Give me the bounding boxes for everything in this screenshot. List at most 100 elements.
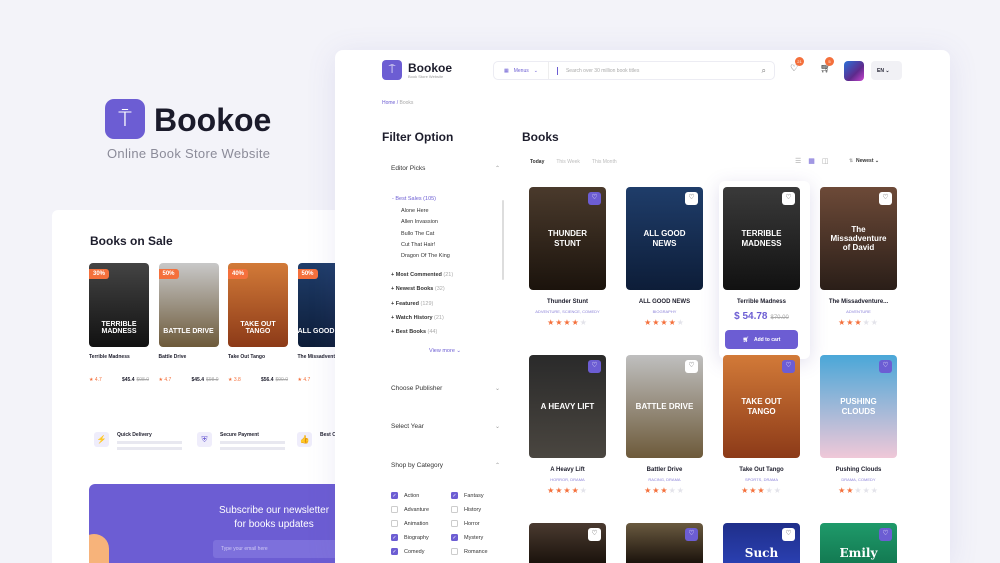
filter-group[interactable]: + Most Commented (21)	[391, 272, 453, 278]
favorite-heart-icon[interactable]: ♡	[879, 192, 892, 205]
header-brand[interactable]: Bookoe	[408, 61, 452, 75]
favorite-heart-icon[interactable]: ♡	[879, 528, 892, 541]
sale-book-card[interactable]: TERRIBLE MADNESS 30% Terrible Madness ★ 4.7…	[89, 263, 149, 383]
category-checkbox[interactable]: Horror	[451, 520, 480, 527]
checkbox[interactable]: ✓	[451, 492, 458, 499]
sort-select[interactable]: ⇅ Newest ⌄	[849, 158, 879, 164]
avatar[interactable]	[844, 61, 864, 81]
category-checkbox[interactable]: ✓ Biography	[391, 534, 429, 541]
favorite-heart-icon[interactable]: ♡	[782, 192, 795, 205]
checkbox[interactable]	[451, 520, 458, 527]
wishlist-button[interactable]: ♡ 21	[790, 57, 804, 74]
category-checkbox[interactable]: ✓ Comedy	[391, 548, 424, 555]
checkbox[interactable]	[391, 520, 398, 527]
newsletter-email-input[interactable]: Type your email here	[213, 540, 342, 558]
grid-view-icon[interactable]: ▦	[808, 157, 815, 165]
book-title[interactable]: A Heavy Lift	[529, 467, 606, 473]
book-genre: Biography	[652, 309, 677, 314]
search-icon[interactable]: ⌕	[762, 66, 774, 76]
star-rating: ★★★★★	[723, 486, 800, 495]
category-checkbox[interactable]: Animation	[391, 520, 428, 527]
chevron-up-icon[interactable]: ⌃	[495, 165, 500, 172]
book-title[interactable]: Terrible Madness	[723, 299, 800, 305]
column-view-icon[interactable]: ◫	[822, 157, 829, 165]
category-checkbox[interactable]: ✓ Fantasy	[451, 492, 484, 499]
favorite-heart-icon[interactable]: ♡	[685, 528, 698, 541]
book-title[interactable]: Battler Drive	[626, 467, 703, 473]
tab-this-week[interactable]: This Week	[556, 159, 580, 165]
discount-badge: 50%	[158, 269, 179, 279]
choose-publisher-toggle[interactable]: Choose Publisher	[391, 385, 442, 392]
star-icon: ★	[854, 318, 863, 327]
favorite-heart-icon[interactable]: ♡	[685, 192, 698, 205]
book-genre: Racing, Drama	[648, 477, 681, 482]
view-more-link[interactable]: View more ⌄	[429, 348, 461, 354]
chevron-down-icon[interactable]: ⌄	[495, 385, 500, 392]
book-card[interactable]: THUNDER STUNT ♡ Thunder Stunt Adventure, Sc…	[529, 187, 606, 327]
favorite-heart-icon[interactable]: ♡	[588, 192, 601, 205]
logo-icon[interactable]: ⍑	[382, 60, 402, 80]
select-year-toggle[interactable]: Select Year	[391, 423, 424, 430]
favorite-heart-icon[interactable]: ♡	[685, 360, 698, 373]
book-card[interactable]: Emily ♡	[820, 523, 897, 563]
book-card[interactable]: A HEAVY LIFT ♡ A Heavy Lift Horror, Drama ★★…	[529, 355, 606, 495]
best-sales-item[interactable]: Dragon Of The King	[401, 253, 450, 259]
checkbox[interactable]: ✓	[451, 534, 458, 541]
checkbox[interactable]: ✓	[391, 548, 398, 555]
star-icon: ★	[547, 318, 556, 327]
filter-group[interactable]: + Watch History (21)	[391, 315, 444, 321]
sale-book-card[interactable]: TAKE OUT TANGO 40% Take Out Tango ★ 3.8 $56.…	[228, 263, 288, 383]
filter-scrollbar[interactable]	[502, 200, 504, 280]
book-card[interactable]: ♡	[626, 523, 703, 563]
book-card[interactable]: TERRIBLE MADNESS ♡ Terrible Madness $ 54.78…	[723, 187, 800, 349]
book-title[interactable]: Take Out Tango	[723, 467, 800, 473]
book-title[interactable]: ALL GOOD NEWS	[626, 299, 703, 305]
filter-group[interactable]: + Best Books (44)	[391, 329, 437, 335]
best-sales-item[interactable]: Cut That Hair!	[401, 242, 435, 248]
add-to-cart-button[interactable]: 🛒︎ Add to cart	[725, 330, 798, 349]
favorite-heart-icon[interactable]: ♡	[782, 528, 795, 541]
editor-picks-toggle[interactable]: Editor Picks	[391, 165, 425, 172]
favorite-heart-icon[interactable]: ♡	[879, 360, 892, 373]
best-sales-item[interactable]: Bullo The Cat	[401, 231, 434, 237]
favorite-heart-icon[interactable]: ♡	[588, 360, 601, 373]
best-sales-item[interactable]: Alone Here	[401, 208, 429, 214]
category-checkbox[interactable]: History	[451, 506, 481, 513]
category-checkbox[interactable]: Advanture	[391, 506, 429, 513]
book-card[interactable]: PUSHING CLOUDS ♡ Pushing Clouds Drama, Come…	[820, 355, 897, 495]
checkbox[interactable]: ✓	[391, 534, 398, 541]
category-toggle[interactable]: Shop by Category	[391, 462, 443, 469]
book-card[interactable]: The Missadventure of David ♡ The Missadven…	[820, 187, 897, 327]
favorite-heart-icon[interactable]: ♡	[782, 360, 795, 373]
tab-this-month[interactable]: This Month	[592, 159, 617, 165]
list-view-icon[interactable]: ☰	[795, 157, 801, 165]
book-card[interactable]: Such ♡	[723, 523, 800, 563]
checkbox[interactable]	[451, 548, 458, 555]
language-select[interactable]: EN ⌄	[871, 61, 902, 80]
menus-dropdown[interactable]: ▦ Menus ⌄	[494, 62, 549, 79]
checkbox[interactable]: ✓	[391, 492, 398, 499]
tab-today[interactable]: Today	[530, 159, 544, 165]
book-card[interactable]: BATTLE DRIVE ♡ Battler Drive Racing, Drama ★…	[626, 355, 703, 495]
sale-book-card[interactable]: BATTLE DRIVE 50% Battle Drive ★ 4.7 $45.4 $98…	[158, 263, 219, 383]
book-card[interactable]: TAKE OUT TANGO ♡ Take Out Tango Sports, Dra…	[723, 355, 800, 495]
category-checkbox[interactable]: ✓ Mystery	[451, 534, 483, 541]
favorite-heart-icon[interactable]: ♡	[588, 528, 601, 541]
book-title[interactable]: Thunder Stunt	[529, 299, 606, 305]
book-card[interactable]: ALL GOOD NEWS ♡ ALL GOOD NEWS Biography ★★★★…	[626, 187, 703, 327]
category-checkbox[interactable]: ✓ Action	[391, 492, 419, 499]
book-title[interactable]: Pushing Clouds	[820, 467, 897, 473]
chevron-up-icon[interactable]: ⌃	[495, 462, 500, 469]
book-title[interactable]: The Missadventure...	[820, 299, 897, 305]
checkbox[interactable]	[451, 506, 458, 513]
filter-group[interactable]: + Newest Books (32)	[391, 286, 445, 292]
chevron-down-icon[interactable]: ⌄	[495, 423, 500, 430]
category-checkbox[interactable]: Romance	[451, 548, 488, 555]
best-sales-group[interactable]: - Best Sales (105)	[392, 196, 436, 202]
checkbox[interactable]	[391, 506, 398, 513]
search-input[interactable]: Search over 30 million book titles	[556, 66, 762, 75]
filter-group[interactable]: + Featured (129)	[391, 301, 433, 307]
cart-button[interactable]: 🛒︎ 5	[820, 57, 834, 74]
book-card[interactable]: ♡	[529, 523, 606, 563]
best-sales-item[interactable]: Allen Invassion	[401, 219, 438, 225]
